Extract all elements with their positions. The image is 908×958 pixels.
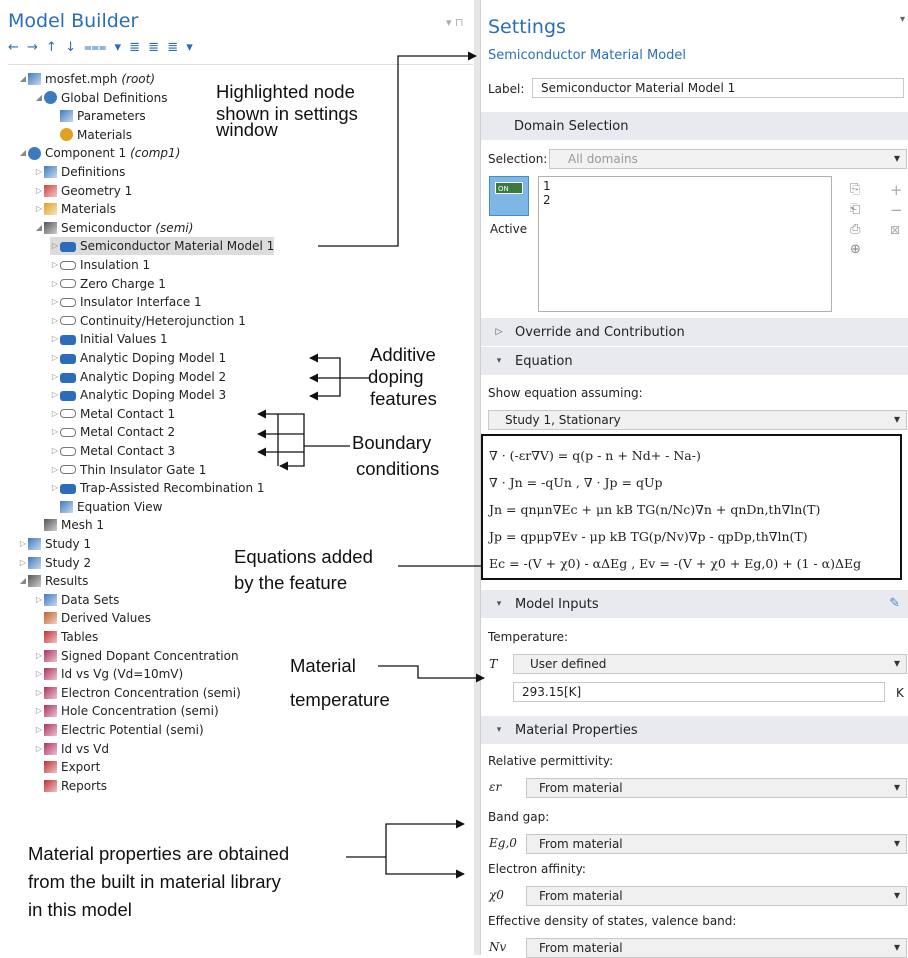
annotation-arrows: [257, 51, 485, 879]
arrow-bandgap: [346, 819, 465, 858]
arrow-temperature: [378, 665, 485, 683]
arrow-boundary-1: [257, 409, 350, 447]
arrow-doping-1: [309, 353, 370, 379]
arrow-affinity: [385, 857, 465, 879]
arrow-boundary-4: [279, 452, 305, 471]
arrow-boundary-3: [257, 446, 305, 457]
arrow-highlighted: [318, 51, 477, 247]
arrow-doping-3: [309, 378, 341, 401]
